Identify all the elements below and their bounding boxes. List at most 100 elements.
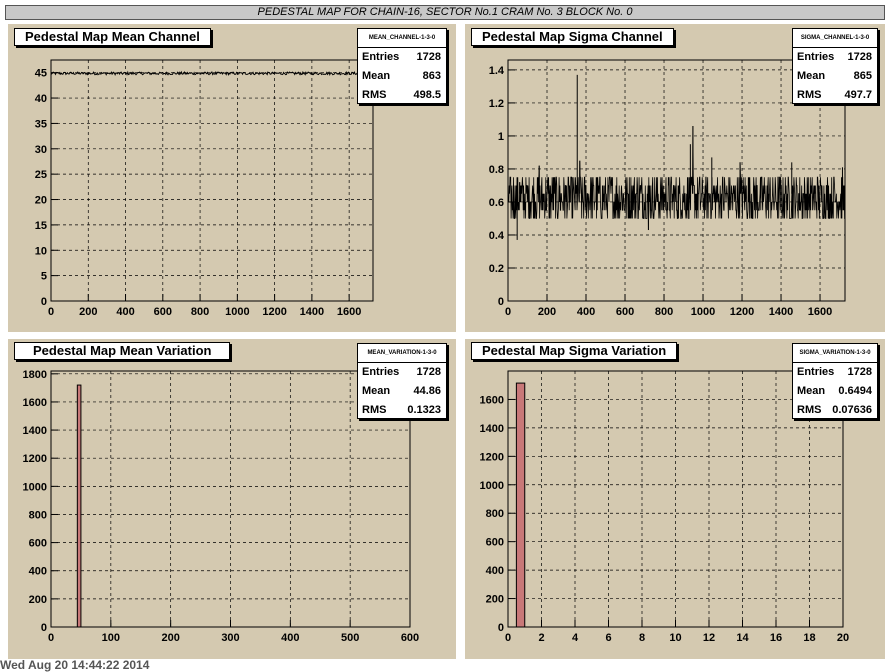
x-tick-label: 1600	[808, 306, 832, 318]
y-tick-label: 5	[41, 271, 47, 283]
stats-mean-value: 44.86	[413, 385, 441, 397]
y-tick-label: 45	[35, 68, 47, 80]
x-tick-label: 1000	[225, 306, 249, 318]
pad-mean-variation: 0 100 200 300 400 500 600 0 200 400 600 800 1000 1200…	[8, 339, 456, 659]
pad-sigma-variation: 0 2 4 6 8 10 12 14 16 18 20 0 200 400 600 800 1000 1200 14…	[465, 339, 885, 659]
x-tick-label: 6	[605, 632, 611, 644]
y-tick-label: 10	[35, 245, 47, 257]
stats-rms-value: 0.07636	[832, 404, 872, 416]
y-tick-label: 20	[35, 195, 47, 207]
stats-rms-value: 498.5	[413, 89, 441, 101]
stats-rms-label: RMS	[362, 89, 387, 101]
x-tick-label: 1200	[262, 306, 286, 318]
y-tick-label: 1000	[23, 481, 47, 493]
stats-rms-value: 0.1323	[407, 404, 441, 416]
stats-rms-label: RMS	[797, 89, 822, 101]
stats-mean-value: 0.6494	[838, 385, 872, 397]
x-tick-label: 200	[161, 632, 179, 644]
x-tick-label: 200	[79, 306, 97, 318]
stats-entries-value: 1728	[416, 51, 441, 63]
y-tick-label: 1600	[480, 394, 504, 406]
x-tick-label: 400	[281, 632, 299, 644]
stats-box: SIGMA_VARIATION-1-3-0 Entries 1728 Mean 0.…	[792, 343, 878, 419]
y-tick-label: 600	[29, 538, 47, 550]
stats-entries-value: 1728	[847, 366, 872, 378]
y-tick-label: 0.8	[489, 164, 504, 176]
stats-entries-value: 1728	[416, 366, 441, 378]
y-tick-label: 1800	[23, 369, 47, 381]
x-tick-label: 400	[116, 306, 134, 318]
x-tick-label: 10	[669, 632, 681, 644]
stats-rms-label: RMS	[362, 404, 387, 416]
plot-frame	[50, 59, 374, 302]
x-tick-label: 20	[837, 632, 849, 644]
x-tick-label: 1000	[691, 306, 715, 318]
x-tick-label: 200	[538, 306, 556, 318]
stats-name: SIGMA_CHANNEL-1-3-0	[793, 29, 877, 48]
y-tick-label: 400	[29, 566, 47, 578]
y-tick-label: 1400	[23, 425, 47, 437]
page-footer: Wed Aug 20 14:44:22 2014	[0, 658, 150, 672]
y-tick-label: 1400	[480, 423, 504, 435]
y-tick-label: 1000	[480, 480, 504, 492]
x-tick-label: 100	[102, 632, 120, 644]
x-tick-label: 400	[577, 306, 595, 318]
x-tick-label: 1600	[337, 306, 361, 318]
y-tick-label: 200	[29, 594, 47, 606]
stats-mean-label: Mean	[797, 70, 826, 82]
x-tick-label: 1200	[730, 306, 754, 318]
stats-entries-label: Entries	[362, 51, 400, 63]
x-tick-label: 2	[538, 632, 544, 644]
y-tick-label: 0.2	[489, 263, 504, 275]
stats-box: SIGMA_CHANNEL-1-3-0 Entries 1728 Mean 865 …	[792, 28, 878, 104]
x-tick-label: 500	[341, 632, 359, 644]
histogram-bar	[76, 384, 82, 628]
pad-sigma-channel: 0 200 400 600 800 1000 1200 1400 1600 0 0.2 0.4 0.6 0…	[465, 24, 885, 332]
y-tick-label: 0.6	[489, 197, 504, 209]
y-tick-label: 200	[486, 594, 504, 606]
x-tick-label: 18	[803, 632, 815, 644]
x-tick-label: 600	[401, 632, 419, 644]
y-tick-label: 600	[486, 537, 504, 549]
y-tick-label: 1200	[480, 451, 504, 463]
y-tick-label: 25	[35, 169, 47, 181]
y-tick-label: 0	[41, 622, 47, 634]
y-tick-label: 1.2	[489, 98, 504, 110]
stats-entries-label: Entries	[797, 366, 835, 378]
x-tick-label: 600	[154, 306, 172, 318]
panel-title: Pedestal Map Sigma Channel	[471, 28, 674, 46]
y-tick-label: 0	[41, 296, 47, 308]
x-tick-label: 600	[616, 306, 634, 318]
stats-mean-value: 865	[853, 70, 872, 82]
stats-name: MEAN_CHANNEL-1-3-0	[358, 29, 446, 48]
x-tick-label: 16	[770, 632, 782, 644]
y-tick-label: 40	[35, 93, 47, 105]
x-tick-label: 0	[48, 306, 54, 318]
stats-rms-label: RMS	[797, 404, 822, 416]
stats-mean-label: Mean	[362, 70, 391, 82]
stats-mean-value: 863	[422, 70, 441, 82]
x-tick-label: 12	[703, 632, 715, 644]
x-tick-label: 800	[655, 306, 673, 318]
x-tick-label: 8	[639, 632, 645, 644]
y-tick-label: 1600	[23, 397, 47, 409]
x-tick-label: 0	[505, 306, 511, 318]
panel-title: Pedestal Map Mean Channel	[14, 28, 211, 46]
y-tick-label: 800	[29, 509, 47, 521]
stats-mean-label: Mean	[797, 385, 826, 397]
y-tick-label: 15	[35, 220, 47, 232]
stats-box: MEAN_VARIATION-1-3-0 Entries 1728 Mean 44.…	[357, 343, 447, 419]
stats-mean-label: Mean	[362, 385, 391, 397]
y-tick-label: 0.4	[489, 230, 505, 242]
x-tick-label: 0	[48, 632, 54, 644]
y-tick-label: 0	[498, 296, 504, 308]
x-tick-label: 0	[505, 632, 511, 644]
stats-entries-label: Entries	[362, 366, 400, 378]
y-tick-label: 1200	[23, 453, 47, 465]
panel-title: Pedestal Map Mean Variation	[14, 342, 231, 360]
y-tick-label: 0	[498, 622, 504, 634]
x-tick-label: 14	[736, 632, 749, 644]
x-tick-label: 4	[572, 632, 579, 644]
x-tick-label: 1400	[300, 306, 324, 318]
x-tick-label: 300	[221, 632, 239, 644]
